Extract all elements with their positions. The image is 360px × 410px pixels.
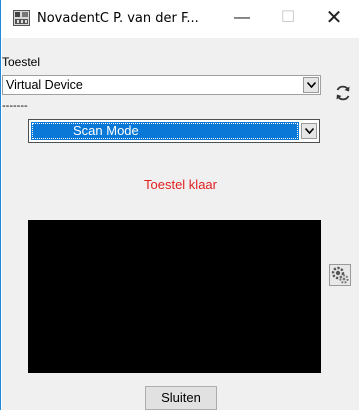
- device-select[interactable]: Virtual Device: [2, 75, 321, 95]
- preview-area[interactable]: [28, 220, 321, 373]
- refresh-icon[interactable]: [334, 84, 352, 102]
- app-icon: [13, 10, 30, 26]
- title-bar[interactable]: NovadentC P. van der F... — ☐ ✕: [1, 0, 360, 38]
- close-window-button[interactable]: ✕: [311, 0, 357, 38]
- device-label: Toestel: [2, 55, 41, 69]
- window-title: NovadentC P. van der F...: [37, 11, 199, 26]
- chevron-down-icon[interactable]: [303, 77, 319, 93]
- mode-select[interactable]: Scan Mode: [28, 119, 320, 143]
- close-button[interactable]: Sluiten: [145, 386, 217, 410]
- app-window: NovadentC P. van der F... — ☐ ✕ Toestel …: [0, 0, 360, 410]
- maximize-button[interactable]: ☐: [265, 0, 311, 38]
- minimize-button[interactable]: —: [219, 0, 265, 38]
- separator-text: -------: [2, 100, 28, 112]
- device-select-value: Virtual Device: [6, 78, 83, 92]
- client-area: Toestel Virtual Device ------- Scan Mode…: [2, 38, 359, 410]
- status-text: Toestel klaar: [144, 177, 217, 192]
- gear-icon[interactable]: [329, 264, 351, 286]
- mode-select-value: Scan Mode: [31, 122, 299, 140]
- chevron-down-icon[interactable]: [301, 123, 317, 139]
